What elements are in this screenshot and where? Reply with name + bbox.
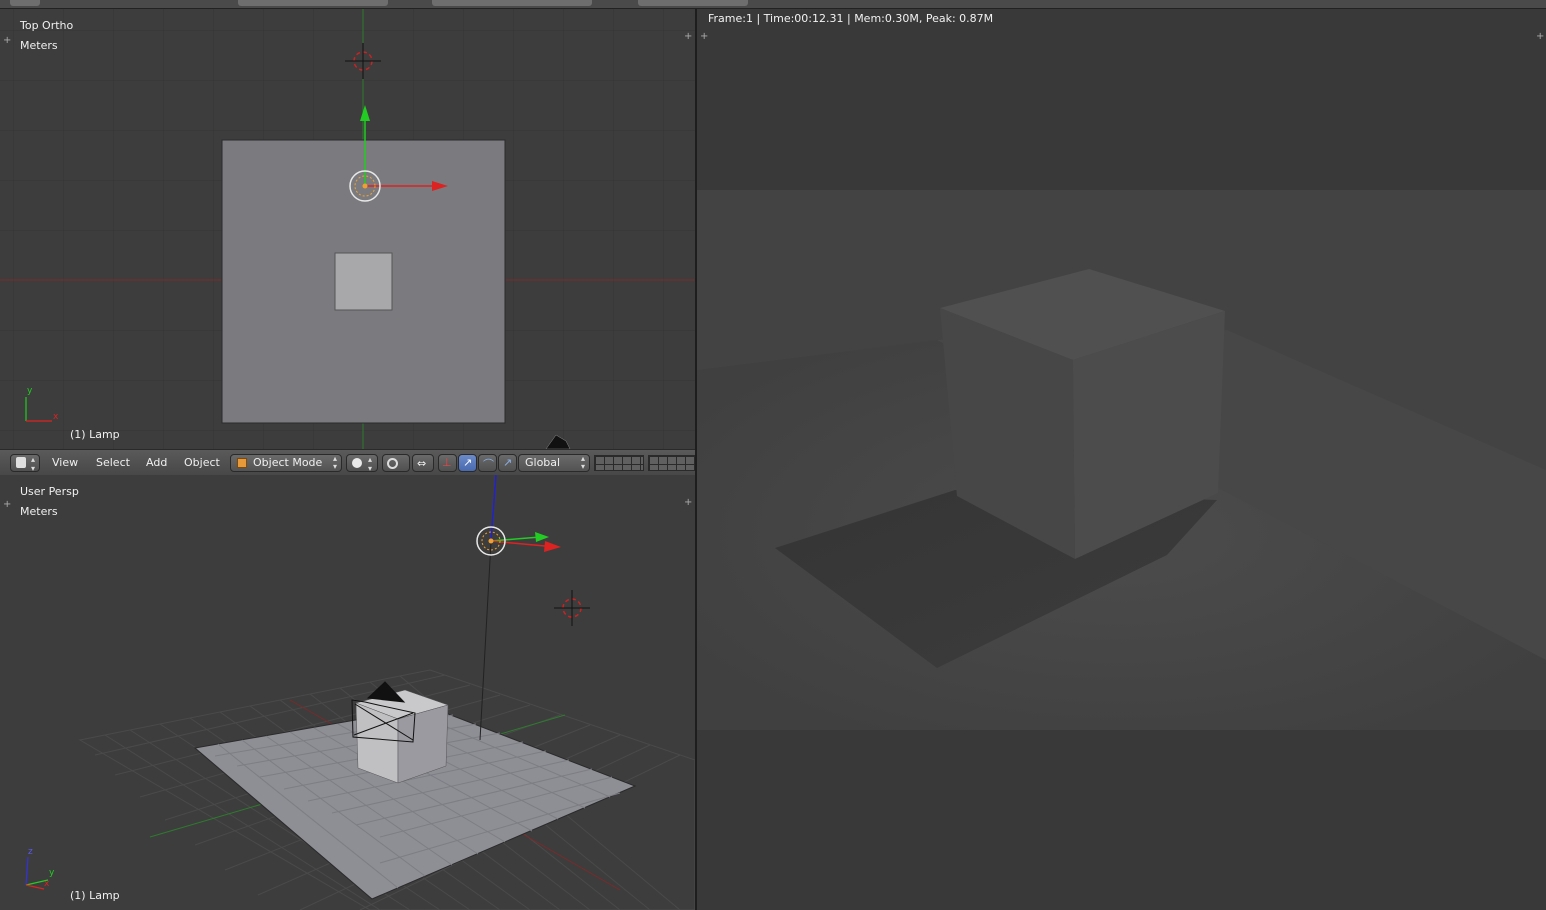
units-label: Meters: [20, 505, 58, 518]
persp-scene: [25, 475, 695, 910]
layers-group-1[interactable]: [594, 455, 644, 471]
snap-manipulator-button[interactable]: ↗: [498, 454, 517, 472]
mode-label: Object Mode: [253, 456, 323, 469]
toolshelf-toggle-icon[interactable]: +: [700, 32, 708, 42]
toolshelf-toggle-icon[interactable]: +: [3, 36, 11, 46]
chevron-updown-icon: ▴ ▾: [580, 454, 585, 471]
render-stats: Frame:1 | Time:00:12.31 | Mem:0.30M, Pea…: [708, 12, 994, 25]
chevron-updown-icon: ▴ ▾: [332, 454, 337, 471]
editor-type-button[interactable]: ▴ ▾: [10, 454, 40, 473]
info-header: [0, 0, 1546, 9]
axis-y-label: y: [27, 386, 33, 396]
scale-manipulator-button[interactable]: ⌒: [478, 454, 497, 472]
viewport-shading-button[interactable]: ▴ ▾: [346, 454, 378, 473]
solid-shading-icon: [352, 458, 362, 468]
snap-icon: ↗: [503, 456, 513, 469]
view-name: Top Ortho: [20, 19, 74, 32]
top-ortho-scene: [0, 9, 695, 449]
rotate-manipulator-button[interactable]: ↗: [458, 454, 477, 472]
x-manipulator-arrow: [544, 541, 561, 552]
orientation-label: Global: [525, 456, 561, 469]
axis-y-label: y: [49, 868, 55, 878]
3d-view-icon: [16, 457, 26, 468]
translate-icon: ⊥: [442, 456, 452, 469]
pivot-point-button[interactable]: [382, 454, 410, 472]
user-persp-viewport[interactable]: User Persp Meters z y x (1) Lamp + +: [0, 475, 695, 910]
y-manipulator-arrow: [535, 532, 549, 542]
selected-object-label: (1) Lamp: [70, 889, 120, 902]
3d-cursor: [554, 590, 590, 626]
pivot-icon: [387, 458, 398, 469]
object-mode-icon: [237, 458, 247, 468]
properties-toggle-icon[interactable]: +: [684, 32, 692, 42]
manipulator-toggle[interactable]: ⇔: [412, 454, 434, 472]
properties-toggle-icon[interactable]: +: [684, 498, 692, 508]
editor-type-button[interactable]: [10, 0, 40, 6]
top-ortho-viewport[interactable]: Top Ortho Meters y x (1) Lamp + +: [0, 9, 695, 449]
rotate-icon: ↗: [463, 456, 473, 469]
units-label: Meters: [20, 39, 58, 52]
axis-z-label: z: [28, 847, 33, 857]
axis-x-label: x: [53, 412, 59, 422]
add-menu[interactable]: Add: [146, 456, 167, 469]
scene-field[interactable]: [432, 0, 592, 6]
chevron-updown-icon: ▴ ▾: [368, 455, 373, 473]
chevron-updown-icon: ▴ ▾: [31, 455, 36, 473]
cube-object: [334, 252, 393, 311]
rendered-viewport[interactable]: Frame:1 | Time:00:12.31 | Mem:0.30M, Pea…: [697, 9, 1546, 910]
3d-view-header: ▴ ▾ View Select Add Object Object Mode ▴ ▾…: [0, 449, 695, 477]
transform-orientation-selector[interactable]: Global ▴ ▾: [518, 454, 590, 472]
properties-toggle-icon[interactable]: +: [1536, 32, 1544, 42]
axis-x-label: x: [44, 879, 50, 889]
translate-manipulator-button[interactable]: ⊥: [438, 454, 457, 472]
toolshelf-toggle-icon[interactable]: +: [3, 500, 11, 510]
select-menu[interactable]: Select: [96, 456, 130, 469]
object-menu[interactable]: Object: [184, 456, 220, 469]
selected-object-label: (1) Lamp: [70, 428, 120, 441]
view-menu[interactable]: View: [52, 456, 78, 469]
layers-group-2[interactable]: [648, 455, 695, 471]
view-name: User Persp: [20, 485, 79, 498]
mode-selector[interactable]: Object Mode ▴ ▾: [230, 454, 342, 472]
scale-icon: ⌒: [483, 458, 494, 471]
render-engine-field[interactable]: [638, 0, 748, 6]
manipulator-icon: ⇔: [417, 457, 427, 470]
screen-layout-field[interactable]: [238, 0, 388, 6]
render-result: [697, 190, 1546, 730]
